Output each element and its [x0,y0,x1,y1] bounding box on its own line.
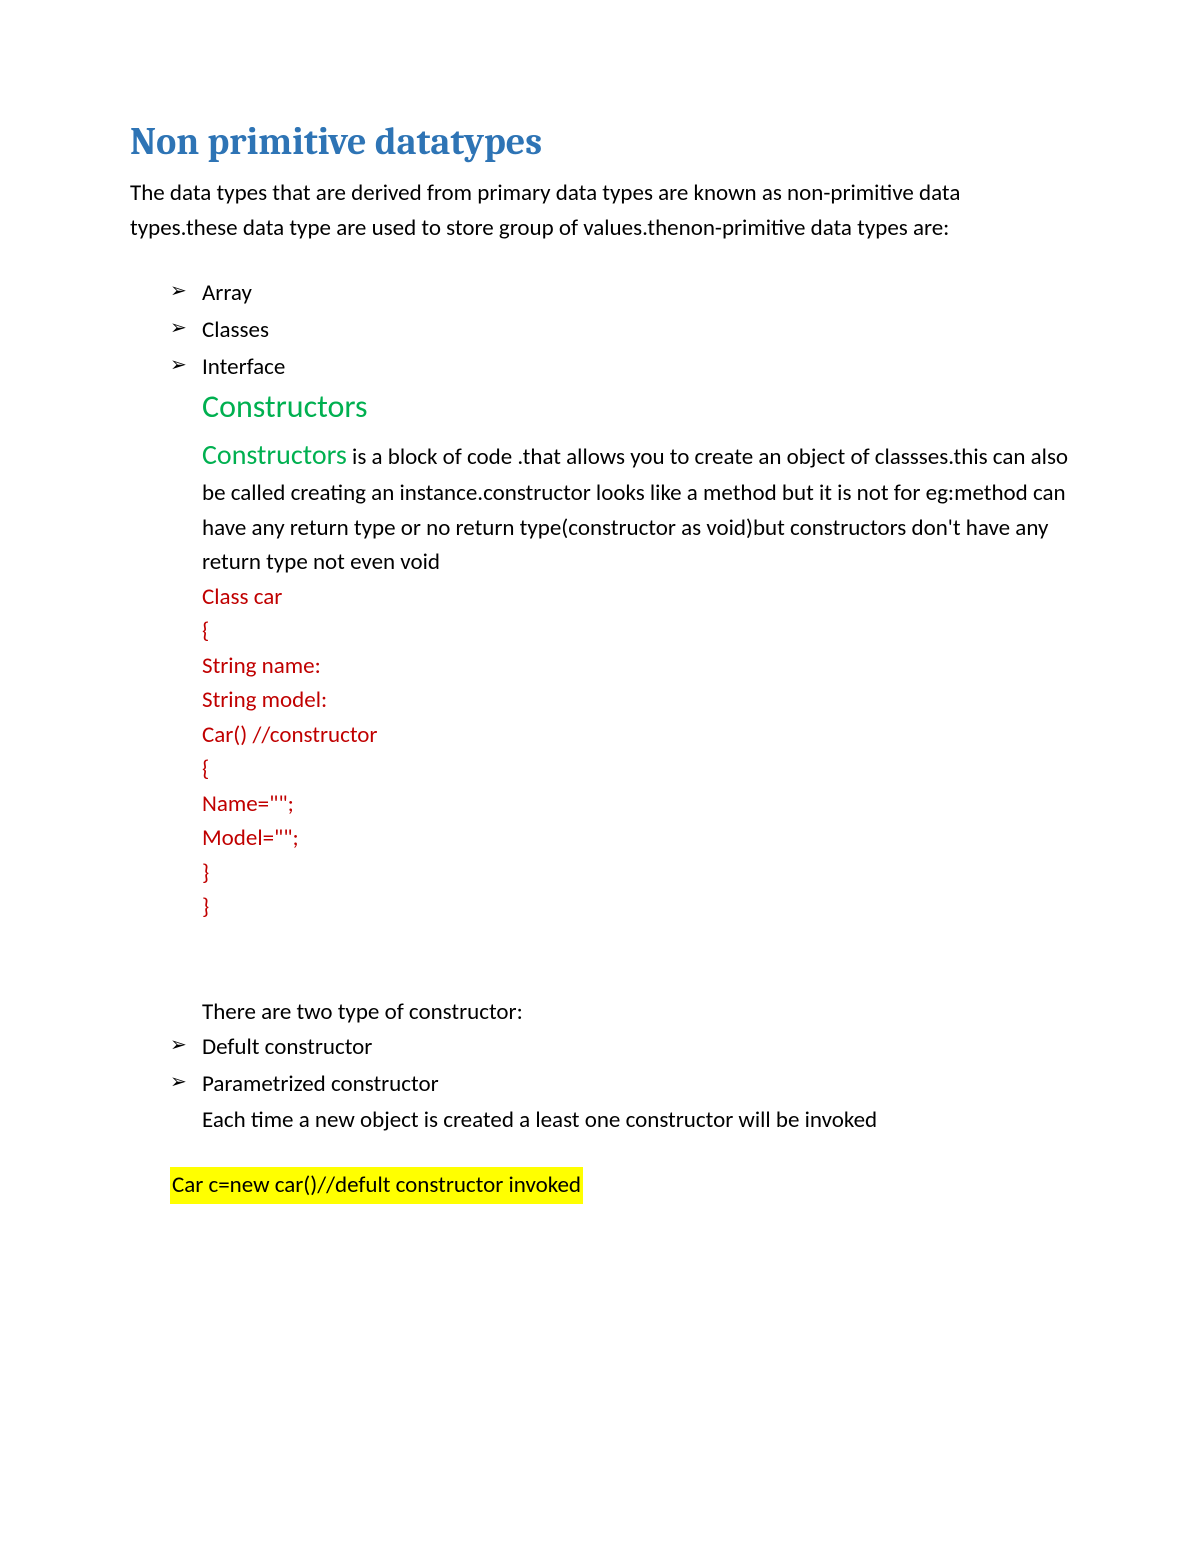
constructors-heading: Constructors [202,387,1070,426]
code-line: String model: [202,683,1070,718]
list-item: Classes [170,312,1070,349]
types-intro: There are two type of constructor: [202,995,1070,1030]
code-line: Car() //constructor [202,718,1070,753]
constructors-inline-label: Constructors [202,437,347,472]
list-item: Parametrized constructor [170,1066,1070,1103]
code-block: Class car { String name: String model: C… [202,580,1070,925]
list-item: Interface [170,349,1070,386]
code-line: Model=""; [202,821,1070,856]
list-item: Array [170,275,1070,312]
intro-paragraph: The data types that are derived from pri… [130,176,1070,245]
code-line: } [202,856,1070,891]
list-item: Defult constructor [170,1029,1070,1066]
constructors-description: Constructors is a block of code .that al… [202,434,1070,580]
code-line: String name: [202,649,1070,684]
invoked-text: Each time a new object is created a leas… [130,1103,1070,1138]
bullet-list-datatypes: Array Classes Interface [130,275,1070,385]
page-title: Non primitive datatypes [130,120,1070,164]
code-line: { [202,752,1070,787]
code-line: Class car [202,580,1070,615]
code-line: } [202,890,1070,925]
constructors-section: Constructors Constructors is a block of … [130,387,1070,1029]
code-line: Name=""; [202,787,1070,822]
highlighted-code: Car c=new car()//defult constructor invo… [170,1167,583,1204]
bullet-list-constructor-types: Defult constructor Parametrized construc… [130,1029,1070,1103]
code-line: { [202,614,1070,649]
